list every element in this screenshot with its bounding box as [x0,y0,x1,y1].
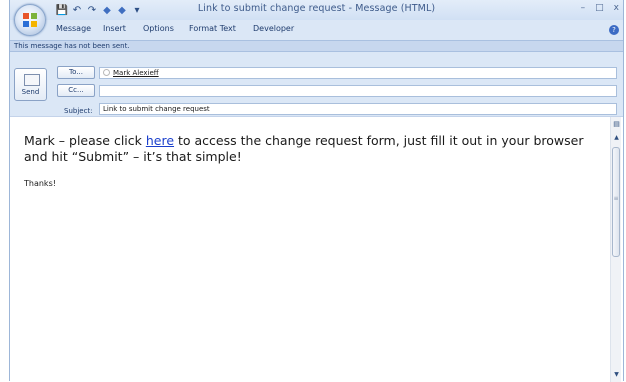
subject-label: Subject: [64,107,93,115]
message-body[interactable]: Mark – please click here to access the c… [10,116,623,382]
title-bar: 💾 ↶ ↷ ◆ ◆ ▾ Link to submit change reques… [10,0,623,36]
office-logo-icon [23,13,37,27]
to-field[interactable]: Mark Alexieff [99,67,617,79]
presence-icon [103,69,110,76]
send-label: Send [21,88,40,96]
recipient-name[interactable]: Mark Alexieff [113,69,159,77]
cc-button[interactable]: Cc... [57,84,95,97]
message-text-start: Mark – please click [24,133,146,148]
ruler-toggle-icon[interactable]: ▤ [612,120,621,129]
info-bar: This message has not been sent. [10,40,623,52]
tab-options[interactable]: Options [143,24,174,33]
scroll-grip-icon: ≡ [613,195,619,202]
subject-field[interactable]: Link to submit change request [99,103,617,115]
window-title: Link to submit change request - Message … [197,3,436,14]
to-button[interactable]: To... [57,66,95,79]
here-link[interactable]: here [146,133,174,148]
scroll-up-icon[interactable]: ▲ [612,133,621,142]
message-header: Send To... Cc... Subject: Mark Alexieff … [10,53,623,116]
office-button[interactable] [14,4,46,36]
signoff-text: Thanks! [24,179,56,188]
message-paragraph: Mark – please click here to access the c… [24,133,599,165]
tab-message[interactable]: Message [56,24,91,33]
tab-format-text[interactable]: Format Text [189,24,236,33]
maximize-button[interactable]: □ [595,3,604,13]
cc-field[interactable] [99,85,617,97]
vertical-scrollbar[interactable]: ▤ ▲ ≡ ▼ [610,117,621,382]
minimize-button[interactable]: – [581,3,586,13]
scroll-down-icon[interactable]: ▼ [612,370,621,379]
tab-developer[interactable]: Developer [253,24,294,33]
window-controls: – □ x [581,3,619,13]
tab-insert[interactable]: Insert [103,24,126,33]
help-icon[interactable]: ? [609,25,619,35]
close-button[interactable]: x [614,3,619,13]
send-button[interactable]: Send [14,68,47,101]
scroll-thumb[interactable] [612,147,620,257]
email-compose-window: 💾 ↶ ↷ ◆ ◆ ▾ Link to submit change reques… [9,0,624,382]
ribbon-tabs: Message Insert Options Format Text Devel… [10,20,623,40]
envelope-icon [24,74,40,86]
